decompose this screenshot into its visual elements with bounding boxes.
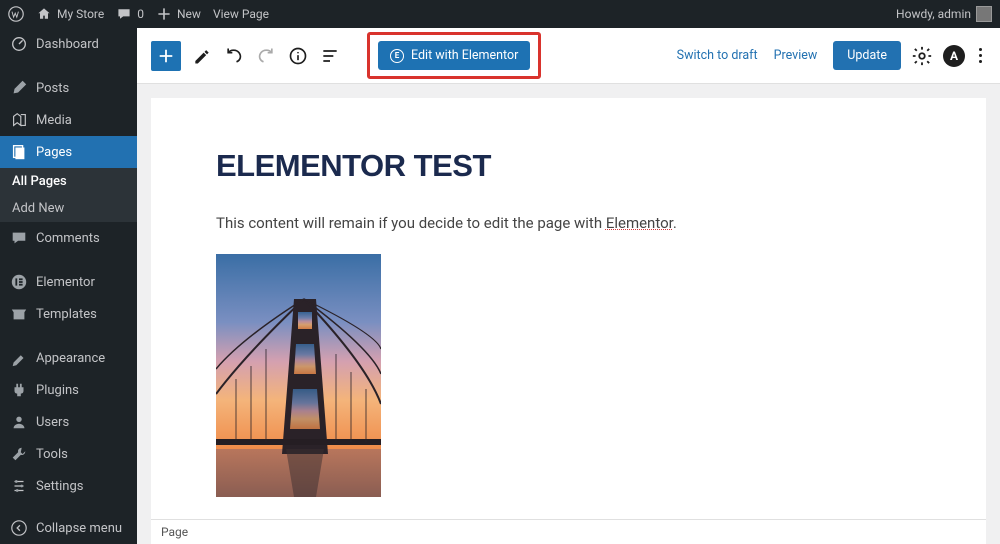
sidebar-item-elementor[interactable]: Elementor xyxy=(0,266,137,298)
paragraph-block[interactable]: This content will remain if you decide t… xyxy=(216,214,921,232)
editor-main: E Edit with Elementor Switch to draft Pr… xyxy=(137,28,1000,544)
page-canvas[interactable]: ELEMENTOR TEST This content will remain … xyxy=(151,98,986,544)
editor-canvas-area: ELEMENTOR TEST This content will remain … xyxy=(137,84,1000,544)
breadcrumb-bar: Page xyxy=(151,519,986,544)
highlight-box: E Edit with Elementor xyxy=(367,32,541,79)
sidebar-collapse[interactable]: Collapse menu xyxy=(0,512,137,544)
site-name-link[interactable]: My Store xyxy=(36,6,104,22)
info-icon[interactable] xyxy=(287,45,309,67)
howdy-link[interactable]: Howdy, admin xyxy=(896,6,992,22)
sidebar-item-posts[interactable]: Posts xyxy=(0,72,137,104)
add-block-button[interactable] xyxy=(151,41,181,71)
sidebar-item-media[interactable]: Media xyxy=(0,104,137,136)
outline-icon[interactable] xyxy=(319,45,341,67)
preview-link[interactable]: Preview xyxy=(774,48,818,63)
new-content-link[interactable]: New xyxy=(156,6,201,22)
sidebar-subitem-all-pages[interactable]: All Pages xyxy=(0,168,137,195)
switch-to-draft-link[interactable]: Switch to draft xyxy=(677,48,758,63)
sidebar-item-templates[interactable]: Templates xyxy=(0,298,137,330)
breadcrumb-page[interactable]: Page xyxy=(161,525,188,539)
comments-link[interactable]: 0 xyxy=(116,6,144,22)
sidebar-item-plugins[interactable]: Plugins xyxy=(0,374,137,406)
comments-count: 0 xyxy=(137,7,144,21)
elementor-icon: E xyxy=(390,49,404,63)
more-options-icon[interactable] xyxy=(975,44,986,67)
sidebar-item-pages[interactable]: Pages xyxy=(0,136,137,168)
update-button[interactable]: Update xyxy=(833,41,901,70)
sidebar-subitem-add-new[interactable]: Add New xyxy=(0,195,137,222)
page-title[interactable]: ELEMENTOR TEST xyxy=(216,148,921,184)
admin-bar: My Store 0 New View Page Howdy, admin xyxy=(0,0,1000,28)
sidebar-item-settings[interactable]: Settings xyxy=(0,470,137,502)
sidebar-item-appearance[interactable]: Appearance xyxy=(0,342,137,374)
site-name-text: My Store xyxy=(57,7,104,21)
astra-icon[interactable]: A xyxy=(943,45,965,67)
sidebar-item-comments[interactable]: Comments xyxy=(0,222,137,254)
admin-sidebar: Dashboard Posts Media Pages All Pages Ad… xyxy=(0,28,137,544)
image-block[interactable] xyxy=(216,254,381,497)
edit-mode-icon[interactable] xyxy=(191,45,213,67)
sidebar-item-tools[interactable]: Tools xyxy=(0,438,137,470)
settings-gear-icon[interactable] xyxy=(911,45,933,67)
sidebar-item-users[interactable]: Users xyxy=(0,406,137,438)
spellcheck-word: Elementor xyxy=(606,214,673,232)
undo-icon[interactable] xyxy=(223,45,245,67)
wp-logo[interactable] xyxy=(8,6,24,22)
new-label: New xyxy=(177,7,201,21)
redo-icon[interactable] xyxy=(255,45,277,67)
sidebar-submenu-pages: All Pages Add New xyxy=(0,168,137,222)
sidebar-item-dashboard[interactable]: Dashboard xyxy=(0,28,137,60)
user-avatar-icon xyxy=(976,6,992,22)
view-page-link[interactable]: View Page xyxy=(213,7,269,21)
editor-toolbar: E Edit with Elementor Switch to draft Pr… xyxy=(137,28,1000,84)
edit-with-elementor-button[interactable]: E Edit with Elementor xyxy=(378,41,530,70)
